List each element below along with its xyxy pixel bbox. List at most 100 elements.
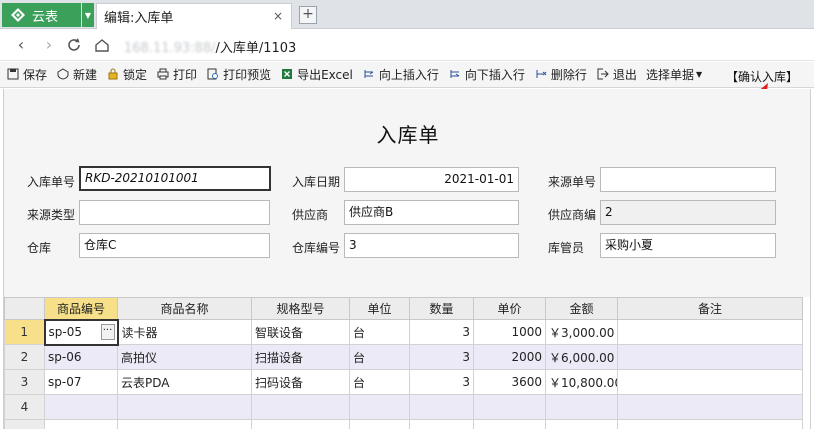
table-row[interactable] (4, 419, 803, 429)
col-header-unit[interactable]: 单位 (349, 297, 410, 320)
row-number[interactable]: 4 (4, 394, 45, 420)
cell-amount[interactable]: ￥10,800.00 (545, 369, 618, 395)
new-tab-button[interactable]: + (299, 6, 317, 24)
row-number[interactable]: 1 (4, 319, 45, 345)
row-number[interactable] (4, 419, 45, 429)
items-grid: 商品编号 商品名称 规格型号 单位 数量 单价 金额 备注 1 sp-05 ···… (3, 297, 811, 429)
cell-note[interactable] (617, 419, 803, 429)
supplier-field[interactable]: 供应商B (344, 200, 519, 225)
cell-note[interactable] (617, 344, 803, 370)
cell-name[interactable] (117, 419, 252, 429)
save-button[interactable]: 保存 (6, 66, 47, 83)
col-header-spec[interactable]: 规格型号 (251, 297, 350, 320)
warehouse-field[interactable]: 仓库C (79, 233, 270, 258)
select-document-dropdown[interactable]: 选择单据 ▼ (646, 66, 702, 83)
insert-row-above-label: 向上插入行 (378, 68, 439, 82)
cell-price[interactable]: 3600 (473, 369, 546, 395)
exit-button[interactable]: 退出 (596, 66, 637, 83)
save-label: 保存 (23, 68, 48, 82)
url-text[interactable]: 168.11.93:88//入库单/1103 (124, 37, 296, 56)
table-row[interactable]: 4 (4, 394, 803, 420)
cell-note[interactable] (617, 394, 803, 420)
insert-row-below-button[interactable]: 向下插入行 (448, 66, 525, 83)
cell-note[interactable] (617, 369, 803, 395)
cell-name[interactable]: 高拍仪 (117, 344, 252, 370)
cell-unit[interactable] (349, 419, 410, 429)
forward-icon[interactable]: › (40, 35, 58, 55)
tab-edit-inbound[interactable]: 编辑:入库单 × (96, 3, 292, 29)
insert-below-icon (448, 68, 462, 82)
col-header-qty[interactable]: 数量 (409, 297, 474, 320)
print-button[interactable]: 打印 (156, 66, 197, 83)
cell-name[interactable]: 云表PDA (117, 369, 252, 395)
insert-row-above-button[interactable]: 向上插入行 (362, 66, 439, 83)
cell-price[interactable]: 2000 (473, 344, 546, 370)
refresh-icon[interactable] (65, 35, 83, 55)
cell-code-value[interactable]: sp-05 (49, 325, 82, 339)
new-label: 新建 (73, 68, 98, 82)
cell-spec[interactable]: 扫描设备 (251, 344, 350, 370)
table-row[interactable]: 2 sp-06 高拍仪 扫描设备 台 3 2000 ￥6,000.00 (4, 344, 803, 370)
table-row[interactable]: 1 sp-05 ··· 读卡器 智联设备 台 3 1000 ￥3,000.00 (4, 318, 803, 346)
cell-price[interactable]: 1000 (473, 319, 546, 345)
cell-code[interactable]: sp-06 (44, 344, 118, 370)
cell-code[interactable]: sp-07 (44, 369, 118, 395)
cell-code[interactable] (44, 394, 118, 420)
cell-spec[interactable] (251, 394, 350, 420)
cell-note[interactable] (617, 319, 803, 345)
cell-amount[interactable] (545, 394, 618, 420)
row-number[interactable]: 2 (4, 344, 45, 370)
cell-code[interactable] (44, 419, 118, 429)
cell-spec[interactable]: 智联设备 (251, 319, 350, 345)
source-no-field[interactable] (600, 167, 776, 192)
col-header-amount[interactable]: 金额 (545, 297, 618, 320)
table-row[interactable]: 3 sp-07 云表PDA 扫码设备 台 3 3600 ￥10,800.00 (4, 369, 803, 395)
col-header-price[interactable]: 单价 (473, 297, 546, 320)
cell-qty[interactable]: 3 (409, 369, 474, 395)
col-header-code[interactable]: 商品编号 (44, 297, 118, 320)
cell-unit[interactable]: 台 (349, 369, 410, 395)
export-excel-button[interactable]: 导出Excel (280, 66, 353, 83)
cell-price[interactable] (473, 394, 546, 420)
cell-name[interactable]: 读卡器 (117, 319, 252, 345)
col-header-note[interactable]: 备注 (617, 297, 803, 320)
new-button[interactable]: 新建 (56, 66, 97, 83)
lock-button[interactable]: 锁定 (106, 66, 147, 83)
warehouse-code-field[interactable]: 3 (344, 233, 519, 258)
cell-price[interactable] (473, 419, 546, 429)
cell-spec[interactable] (251, 419, 350, 429)
col-header-name[interactable]: 商品名称 (117, 297, 252, 320)
cell-amount[interactable] (545, 419, 618, 429)
lock-icon (106, 68, 120, 82)
cell-qty[interactable] (409, 394, 474, 420)
cell-qty[interactable]: 3 (409, 344, 474, 370)
source-type-field[interactable] (79, 200, 270, 225)
lookup-ellipsis-icon[interactable]: ··· (100, 323, 115, 340)
supplier-code-field[interactable]: 2 (600, 200, 776, 225)
app-dropdown-icon[interactable]: ▼ (82, 3, 94, 27)
close-icon[interactable]: × (273, 9, 283, 23)
cell-unit[interactable]: 台 (349, 319, 410, 345)
source-type-label: 来源类型 (27, 208, 76, 222)
cell-name[interactable] (117, 394, 252, 420)
back-icon[interactable]: ‹ (12, 35, 30, 55)
home-icon[interactable] (93, 35, 111, 55)
cell-code[interactable]: sp-05 ··· (43, 318, 119, 346)
inbound-date-field[interactable]: 2021-01-01 (344, 167, 519, 192)
print-preview-button[interactable]: 打印预览 (206, 66, 271, 83)
cell-qty[interactable] (409, 419, 474, 429)
app-menu[interactable]: 云表 (2, 3, 81, 27)
cell-unit[interactable]: 台 (349, 344, 410, 370)
cell-amount[interactable]: ￥3,000.00 (545, 319, 618, 345)
keeper-field[interactable]: 采购小夏 (600, 233, 776, 258)
cell-amount[interactable]: ￥6,000.00 (545, 344, 618, 370)
exit-label: 退出 (612, 68, 637, 82)
inbound-no-field[interactable]: RKD-20210101001 (79, 166, 271, 191)
lock-label: 锁定 (123, 68, 148, 82)
delete-row-button[interactable]: 删除行 (534, 66, 587, 83)
inbound-no-label: 入库单号 (27, 175, 76, 189)
row-number[interactable]: 3 (4, 369, 45, 395)
cell-unit[interactable] (349, 394, 410, 420)
cell-qty[interactable]: 3 (409, 319, 474, 345)
cell-spec[interactable]: 扫码设备 (251, 369, 350, 395)
